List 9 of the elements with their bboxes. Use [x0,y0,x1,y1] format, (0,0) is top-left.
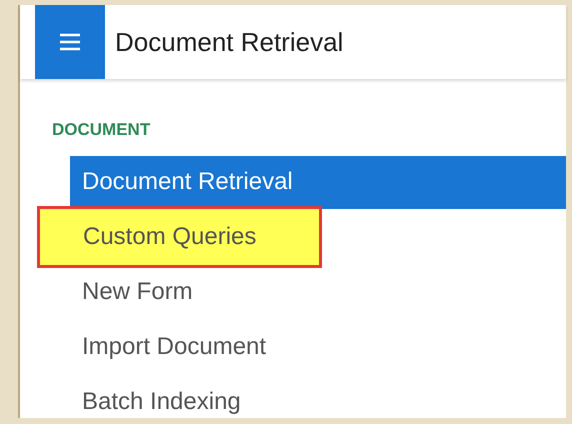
section-heading: DOCUMENT [52,119,150,141]
nav-item[interactable]: Document Retrieval [70,156,566,208]
page-title: Document Retrieval [115,26,344,58]
menu-button[interactable] [35,5,105,79]
nav-item[interactable]: Batch Indexing [70,376,566,424]
nav-item[interactable]: New Form [70,266,566,318]
nav-item[interactable]: Custom Queries [37,206,322,268]
menu-icon [59,33,81,51]
nav-item[interactable]: Import Document [70,320,566,374]
